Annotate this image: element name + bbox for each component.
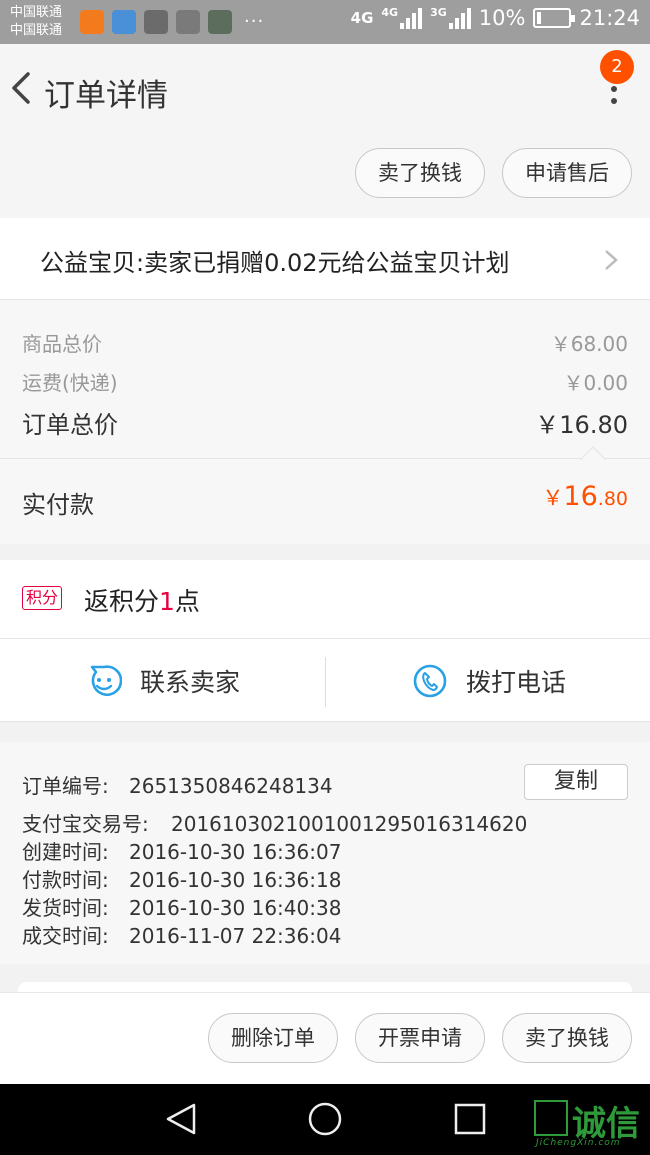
order-total-label: 订单总价: [22, 411, 118, 439]
network-type-3: 3G: [430, 6, 447, 19]
top-action-bar: 卖了换钱 申请售后: [0, 138, 650, 218]
paid-amount-row: 实付款 ￥16.80: [0, 446, 650, 544]
alipay-number-label: 支付宝交易号:: [22, 812, 149, 836]
notification-icons: ···: [80, 10, 264, 34]
avatar-icon: [176, 10, 200, 34]
sell-exchange-button[interactable]: 卖了换钱: [355, 148, 485, 198]
clock: 21:24: [579, 6, 640, 30]
avatar-icon: [144, 10, 168, 34]
phone-icon: [413, 664, 447, 698]
goods-total-label: 商品总价: [22, 332, 102, 356]
done-time: 2016-11-07 22:36:04: [129, 924, 342, 948]
after-sale-button[interactable]: 申请售后: [502, 148, 632, 198]
network-type-2: 4G: [381, 6, 399, 19]
order-total-value: ￥16.80: [535, 411, 628, 439]
network-type-1: 4G: [350, 9, 374, 27]
battery-percent: 10%: [478, 6, 526, 30]
shipped-time-label: 发货时间:: [22, 896, 109, 920]
bottom-action-bar: 删除订单 开票申请 卖了换钱: [0, 992, 650, 1084]
created-time-label: 创建时间:: [22, 840, 109, 864]
price-summary: 商品总价 ￥68.00 运费(快递) ￥0.00 订单总价 ￥16.80: [0, 300, 650, 458]
alipay-number: 2016103021001001295016314620: [171, 812, 528, 836]
points-count: 1: [159, 587, 175, 616]
alipay-number-line: 支付宝交易号: 2016103021001001295016314620: [22, 808, 527, 837]
order-info: 订单编号: 2651350846248134 复制 支付宝交易号: 20161030…: [0, 742, 650, 964]
copy-button[interactable]: 复制: [524, 764, 628, 800]
contact-seller-label: 联系卖家: [140, 668, 241, 697]
contact-bar: 联系卖家 拨打电话: [0, 638, 650, 722]
delete-order-button[interactable]: 删除订单: [208, 1013, 338, 1063]
watermark-seal-icon: [534, 1100, 568, 1136]
paid-time-line: 付款时间: 2016-10-30 16:36:18: [22, 864, 341, 893]
order-number: 2651350846248134: [129, 774, 333, 798]
shipping-row: 运费(快递) ￥0.00: [22, 367, 628, 396]
shipped-time: 2016-10-30 16:40:38: [129, 896, 342, 920]
signal-icon: [400, 7, 423, 29]
done-time-label: 成交时间:: [22, 924, 109, 948]
carrier-1: 中国联通: [10, 5, 63, 20]
back-arrow-icon[interactable]: [8, 68, 38, 108]
uc-browser-icon: [80, 10, 104, 34]
paid-time-label: 付款时间:: [22, 868, 109, 892]
system-nav-bar: 诚信 JiChengXin.com: [0, 1084, 650, 1155]
points-prefix: 返积分: [84, 587, 160, 616]
paid-label: 实付款: [22, 491, 94, 519]
battery-icon: [533, 8, 576, 28]
points-text: 返积分1点: [84, 582, 200, 618]
done-time-line: 成交时间: 2016-11-07 22:36:04: [22, 920, 341, 949]
status-indicators: 4G 4G 3G 10% 21:24: [351, 6, 640, 30]
carrier-2: 中国联通: [10, 23, 63, 38]
photo-icon: [208, 10, 232, 34]
chevron-right-icon: [605, 250, 618, 270]
status-bar: 中国联通 中国联通 ··· 4G 4G 3G 10% 21:24: [0, 0, 650, 44]
paid-value: ￥16.80: [542, 481, 628, 512]
contact-seller-button[interactable]: 联系卖家: [86, 639, 240, 723]
call-phone-label: 拨打电话: [466, 668, 567, 697]
points-row: 积分 返积分1点: [0, 560, 650, 638]
shipping-value: ￥0.00: [563, 371, 628, 395]
nav-recents-icon[interactable]: [454, 1103, 486, 1135]
goods-total-value: ￥68.00: [550, 332, 628, 356]
charity-row[interactable]: 公益宝贝:卖家已捐赠0.02元给公益宝贝计划: [0, 218, 650, 300]
watermark-domain: JiChengXin.com: [536, 1138, 621, 1148]
shipped-time-line: 发货时间: 2016-10-30 16:40:38: [22, 892, 341, 921]
health-app-icon: [112, 10, 136, 34]
goods-total-row: 商品总价 ￥68.00: [22, 328, 628, 357]
app-header: 订单详情 2: [0, 44, 650, 138]
created-time: 2016-10-30 16:36:07: [129, 840, 342, 864]
more-notifications: ···: [244, 11, 265, 32]
sell-exchange-bottom-button[interactable]: 卖了换钱: [502, 1013, 632, 1063]
carrier-labels: 中国联通 中国联通: [10, 4, 62, 40]
paid-currency: ￥: [542, 486, 564, 510]
order-number-label: 订单编号:: [22, 774, 109, 798]
watermark-logo: 诚信 JiChengXin.com: [534, 1098, 646, 1148]
page-title: 订单详情: [44, 78, 168, 114]
order-number-line: 订单编号: 2651350846248134: [22, 770, 333, 799]
chat-bubble-icon: [90, 665, 122, 696]
signal-icon: [448, 7, 471, 29]
call-phone-button[interactable]: 拨打电话: [412, 639, 566, 723]
paid-decimal: .80: [597, 488, 628, 510]
caret-up-icon: [580, 446, 606, 460]
paid-integer: 16: [563, 481, 598, 512]
notification-badge: 2: [600, 50, 634, 84]
points-suffix: 点: [174, 587, 200, 616]
order-total-row: 订单总价 ￥16.80: [22, 405, 628, 440]
nav-home-icon[interactable]: [307, 1101, 343, 1137]
invoice-request-button[interactable]: 开票申请: [355, 1013, 485, 1063]
nav-back-icon[interactable]: [164, 1102, 198, 1136]
charity-text: 公益宝贝:卖家已捐赠0.02元给公益宝贝计划: [40, 249, 510, 277]
paid-time: 2016-10-30 16:36:18: [129, 868, 342, 892]
created-time-line: 创建时间: 2016-10-30 16:36:07: [22, 836, 341, 865]
contact-divider: [325, 657, 326, 707]
points-tag: 积分: [22, 586, 63, 610]
shipping-label: 运费(快递): [22, 371, 118, 395]
